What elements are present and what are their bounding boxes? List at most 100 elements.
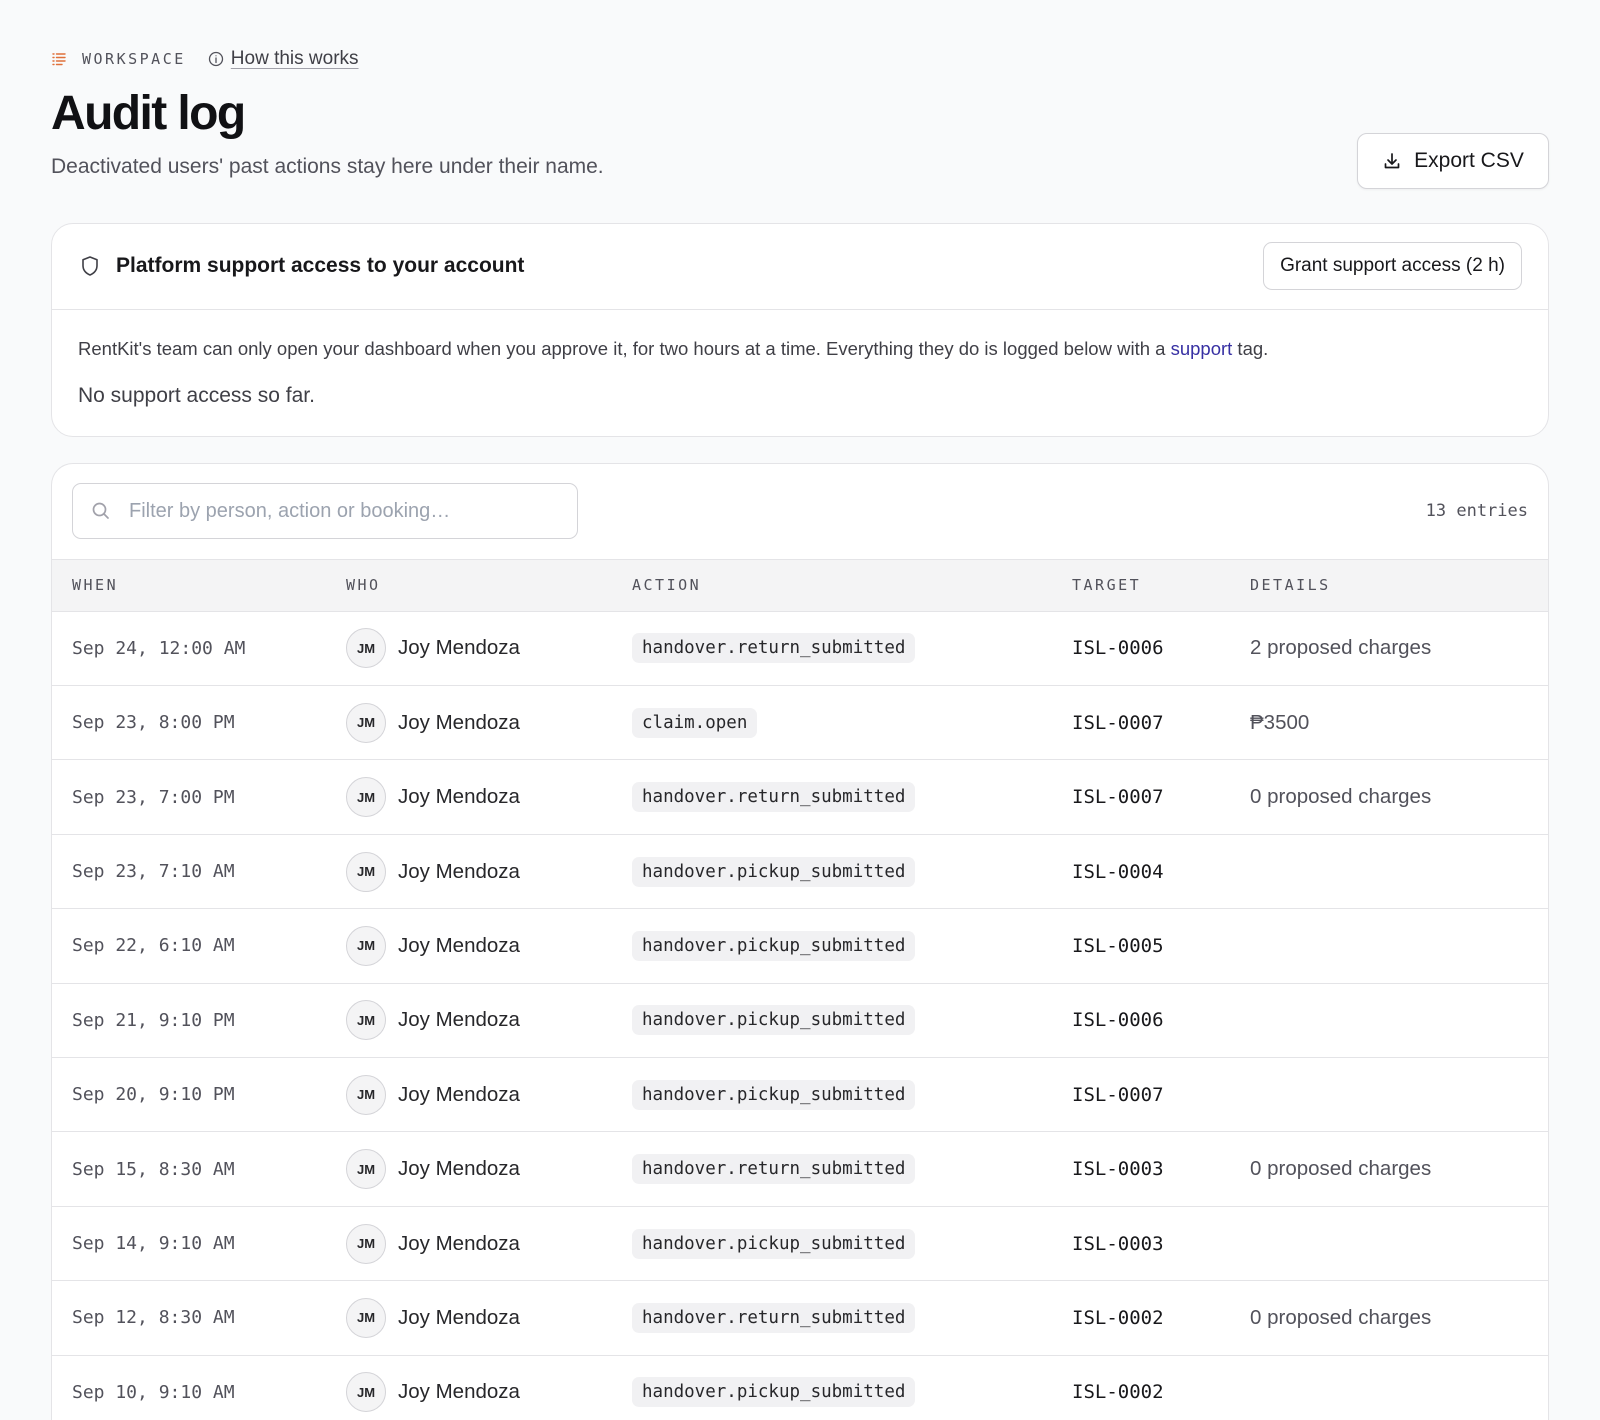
cell-action: handover.pickup_submitted <box>632 1377 1072 1408</box>
column-header-who[interactable]: WHO <box>346 576 632 594</box>
cell-details: 0 proposed charges <box>1250 1305 1432 1329</box>
cell-action: handover.pickup_submitted <box>632 1228 1072 1259</box>
cell-action: claim.open <box>632 707 1072 738</box>
avatar: JM <box>346 777 386 818</box>
support-access-card: Platform support access to your account … <box>51 222 1549 437</box>
user-chip[interactable]: JM Joy Mendoza <box>346 1372 632 1413</box>
cell-target[interactable]: ISL-0004 <box>1072 861 1250 883</box>
user-chip[interactable]: JM Joy Mendoza <box>346 1223 632 1264</box>
user-name: Joy Mendoza <box>398 785 520 809</box>
cell-target[interactable]: ISL-0003 <box>1072 1233 1250 1255</box>
user-name: Joy Mendoza <box>398 1380 520 1404</box>
column-header-action[interactable]: ACTION <box>632 576 1072 594</box>
cell-target[interactable]: ISL-0006 <box>1072 637 1250 659</box>
cell-who: JM Joy Mendoza <box>346 1297 632 1338</box>
table-row[interactable]: Sep 24, 12:00 AM JM Joy Mendoza handover.re… <box>52 612 1548 687</box>
user-name: Joy Mendoza <box>398 710 520 734</box>
user-name: Joy Mendoza <box>398 933 520 957</box>
cell-target[interactable]: ISL-0002 <box>1072 1307 1250 1329</box>
search-box[interactable] <box>72 483 578 540</box>
cell-target[interactable]: ISL-0006 <box>1072 1009 1250 1031</box>
cell-details: 0 proposed charges <box>1250 1157 1432 1181</box>
cell-action: handover.pickup_submitted <box>632 856 1072 887</box>
table-row[interactable]: Sep 20, 9:10 PM JM Joy Mendoza handover.pic… <box>52 1058 1548 1133</box>
action-tag: handover.return_submitted <box>632 782 916 813</box>
user-chip[interactable]: JM Joy Mendoza <box>346 777 632 818</box>
cell-action: handover.pickup_submitted <box>632 1005 1072 1036</box>
user-chip[interactable]: JM Joy Mendoza <box>346 1000 632 1041</box>
action-tag: handover.pickup_submitted <box>632 1005 916 1036</box>
avatar: JM <box>346 1223 386 1264</box>
table-row[interactable]: Sep 15, 8:30 AM JM Joy Mendoza handover.ret… <box>52 1132 1548 1207</box>
entry-count: 13 entries <box>1425 501 1528 522</box>
user-chip[interactable]: JM Joy Mendoza <box>346 1297 632 1338</box>
table-row[interactable]: Sep 10, 9:10 AM JM Joy Mendoza handover.pic… <box>52 1356 1548 1420</box>
support-access-title: Platform support access to your account <box>116 254 525 278</box>
cell-target[interactable]: ISL-0005 <box>1072 935 1250 957</box>
breadcrumb: WORKSPACE How this works <box>51 44 1549 74</box>
cell-action: handover.return_submitted <box>632 1302 1072 1333</box>
user-chip[interactable]: JM Joy Mendoza <box>346 925 632 966</box>
table-row[interactable]: Sep 23, 8:00 PM JM Joy Mendoza claim.open IS… <box>52 686 1548 761</box>
shield-icon <box>80 255 100 277</box>
user-chip[interactable]: JM Joy Mendoza <box>346 702 632 743</box>
action-tag: claim.open <box>632 707 758 738</box>
column-header-target[interactable]: TARGET <box>1072 576 1250 594</box>
cell-who: JM Joy Mendoza <box>346 1000 632 1041</box>
cell-when: Sep 23, 7:00 PM <box>72 786 235 808</box>
table-row[interactable]: Sep 21, 9:10 PM JM Joy Mendoza handover.pic… <box>52 984 1548 1059</box>
user-chip[interactable]: JM Joy Mendoza <box>346 851 632 892</box>
support-access-header: Platform support access to your account … <box>52 224 1548 310</box>
cell-target[interactable]: ISL-0002 <box>1072 1381 1250 1403</box>
avatar: JM <box>346 1000 386 1041</box>
table-row[interactable]: Sep 23, 7:00 PM JM Joy Mendoza handover.ret… <box>52 760 1548 835</box>
grant-support-access-button[interactable]: Grant support access (2 h) <box>1263 242 1522 291</box>
cell-who: JM Joy Mendoza <box>346 925 632 966</box>
how-this-works-link[interactable]: How this works <box>208 48 359 70</box>
user-name: Joy Mendoza <box>398 1305 520 1329</box>
audit-toolbar: 13 entries <box>52 464 1548 560</box>
cell-target[interactable]: ISL-0007 <box>1072 786 1250 808</box>
cell-who: JM Joy Mendoza <box>346 851 632 892</box>
support-desc-tail: tag. <box>1232 337 1269 359</box>
cell-who: JM Joy Mendoza <box>346 1372 632 1413</box>
export-csv-button[interactable]: Export CSV <box>1357 133 1549 189</box>
user-chip[interactable]: JM Joy Mendoza <box>346 1074 632 1115</box>
info-icon <box>208 51 224 67</box>
cell-action: handover.return_submitted <box>632 1154 1072 1185</box>
avatar: JM <box>346 1372 386 1413</box>
avatar: JM <box>346 1297 386 1338</box>
cell-target[interactable]: ISL-0007 <box>1072 1084 1250 1106</box>
table-row[interactable]: Sep 14, 9:10 AM JM Joy Mendoza handover.pic… <box>52 1207 1548 1282</box>
column-header-when[interactable]: WHEN <box>52 576 346 594</box>
table-row[interactable]: Sep 12, 8:30 AM JM Joy Mendoza handover.ret… <box>52 1281 1548 1356</box>
user-name: Joy Mendoza <box>398 859 520 883</box>
user-chip[interactable]: JM Joy Mendoza <box>346 628 632 669</box>
table-row[interactable]: Sep 22, 6:10 AM JM Joy Mendoza handover.pic… <box>52 909 1548 984</box>
cell-action: handover.pickup_submitted <box>632 930 1072 961</box>
table-header: WHEN WHO ACTION TARGET DETAILS <box>52 559 1548 612</box>
action-tag: handover.pickup_submitted <box>632 1377 916 1408</box>
column-header-details[interactable]: DETAILS <box>1250 576 1548 594</box>
cell-when: Sep 24, 12:00 AM <box>72 637 246 659</box>
table-body: Sep 24, 12:00 AM JM Joy Mendoza handover.re… <box>52 612 1548 1420</box>
user-chip[interactable]: JM Joy Mendoza <box>346 1149 632 1190</box>
cell-who: JM Joy Mendoza <box>346 1223 632 1264</box>
cell-target[interactable]: ISL-0003 <box>1072 1158 1250 1180</box>
avatar: JM <box>346 851 386 892</box>
page-subtitle: Deactivated users' past actions stay her… <box>51 154 604 178</box>
cell-action: handover.return_submitted <box>632 782 1072 813</box>
search-input[interactable] <box>129 499 559 523</box>
search-icon <box>91 501 111 521</box>
breadcrumb-section: WORKSPACE <box>82 50 186 68</box>
cell-when: Sep 12, 8:30 AM <box>72 1307 235 1329</box>
cell-when: Sep 23, 8:00 PM <box>72 712 235 734</box>
cell-when: Sep 10, 9:10 AM <box>72 1381 235 1403</box>
support-tag-link[interactable]: support <box>1171 338 1233 359</box>
action-tag: handover.return_submitted <box>632 633 916 664</box>
cell-who: JM Joy Mendoza <box>346 628 632 669</box>
table-row[interactable]: Sep 23, 7:10 AM JM Joy Mendoza handover.pic… <box>52 835 1548 910</box>
cell-who: JM Joy Mendoza <box>346 777 632 818</box>
cell-target[interactable]: ISL-0007 <box>1072 712 1250 734</box>
user-name: Joy Mendoza <box>398 1231 520 1255</box>
